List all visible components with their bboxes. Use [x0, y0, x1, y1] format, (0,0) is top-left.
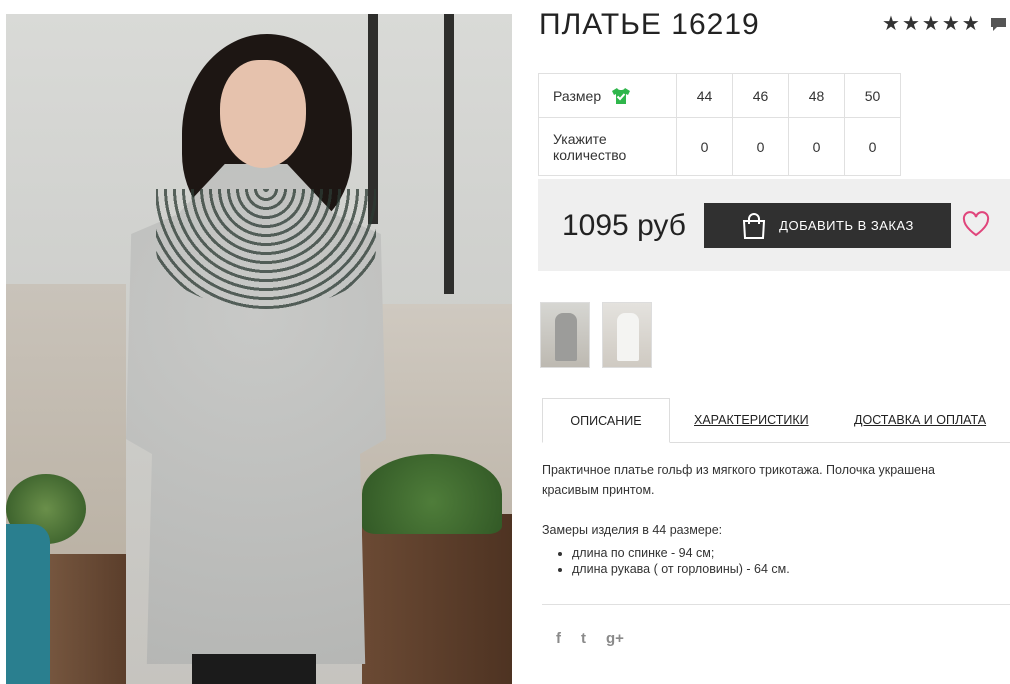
star-icon: ★ — [901, 13, 920, 35]
quantity-label-cell: Укажите количество — [538, 117, 677, 176]
model-face — [220, 60, 306, 168]
list-item: длина по спинке - 94 см; — [572, 545, 790, 561]
comment-icon[interactable] — [990, 17, 1007, 32]
star-icon: ★ — [961, 13, 980, 35]
star-icon: ★ — [882, 13, 900, 35]
twitter-icon[interactable]: t — [581, 630, 586, 647]
shopping-bag-icon — [743, 212, 766, 239]
dress-print — [156, 189, 376, 309]
photo-bg-pipe — [444, 14, 454, 294]
size-row: Размер 44 46 48 50 — [538, 73, 901, 118]
size-label: Размер — [553, 87, 602, 104]
tab-characteristics[interactable]: ХАРАКТЕРИСТИКИ — [694, 398, 809, 442]
thumbnail-gray-dress[interactable] — [540, 302, 590, 368]
quantity-input[interactable]: 0 — [788, 117, 845, 176]
quantity-input[interactable]: 0 — [732, 117, 789, 176]
measurements-list: длина по спинке - 94 см; длина рукава ( … — [542, 545, 790, 577]
size-value: 48 — [788, 73, 845, 118]
add-to-order-label: ДОБАВИТЬ В ЗАКАЗ — [779, 218, 914, 233]
product-main-photo[interactable] — [6, 14, 512, 684]
google-plus-icon[interactable]: g+ — [606, 630, 624, 647]
size-value: 50 — [844, 73, 901, 118]
product-rating[interactable]: ★ ★ ★ ★ ★ 1 — [882, 14, 1010, 34]
star-icon: ★ — [941, 13, 960, 35]
star-icon: ★ — [921, 13, 940, 35]
product-price: 1095 руб — [562, 209, 686, 242]
quantity-row: Укажите количество 0 0 0 0 — [538, 117, 901, 176]
size-label-cell: Размер — [538, 73, 677, 118]
social-share: f t g+ — [556, 630, 624, 647]
measurements-title: Замеры изделия в 44 размере: — [542, 523, 723, 537]
model-legs — [192, 654, 316, 684]
photo-bg-chair — [6, 524, 50, 684]
tshirt-check-icon[interactable] — [611, 86, 631, 106]
tab-delivery-payment[interactable]: ДОСТАВКА И ОПЛАТА — [854, 398, 986, 442]
thumbnail-white-dress[interactable] — [602, 302, 652, 368]
product-thumbnails — [540, 302, 652, 368]
heart-icon[interactable] — [962, 211, 990, 237]
tab-description[interactable]: ОПИСАНИЕ — [542, 398, 670, 443]
quantity-input[interactable]: 0 — [844, 117, 901, 176]
divider — [542, 604, 1010, 605]
size-quantity-table: Размер 44 46 48 50 Укажите количество 0 … — [538, 73, 901, 176]
photo-bg-plant-right — [362, 454, 502, 534]
add-to-order-button[interactable]: ДОБАВИТЬ В ЗАКАЗ — [704, 203, 951, 248]
size-value: 44 — [676, 73, 733, 118]
facebook-icon[interactable]: f — [556, 630, 561, 647]
quantity-label-line2: количество — [553, 146, 627, 163]
quantity-label-line1: Укажите — [553, 130, 607, 147]
photo-bg-planter-right — [362, 514, 512, 684]
quantity-input[interactable]: 0 — [676, 117, 733, 176]
product-tabs: ОПИСАНИЕ ХАРАКТЕРИСТИКИ ДОСТАВКА И ОПЛАТ… — [542, 398, 1010, 443]
product-title: ПЛАТЬЕ 16219 — [539, 8, 760, 41]
buy-panel: 1095 руб ДОБАВИТЬ В ЗАКАЗ — [538, 179, 1010, 271]
size-value: 46 — [732, 73, 789, 118]
product-description: Практичное платье гольф из мягкого трико… — [542, 463, 935, 497]
list-item: длина рукава ( от горловины) - 64 см. — [572, 561, 790, 577]
